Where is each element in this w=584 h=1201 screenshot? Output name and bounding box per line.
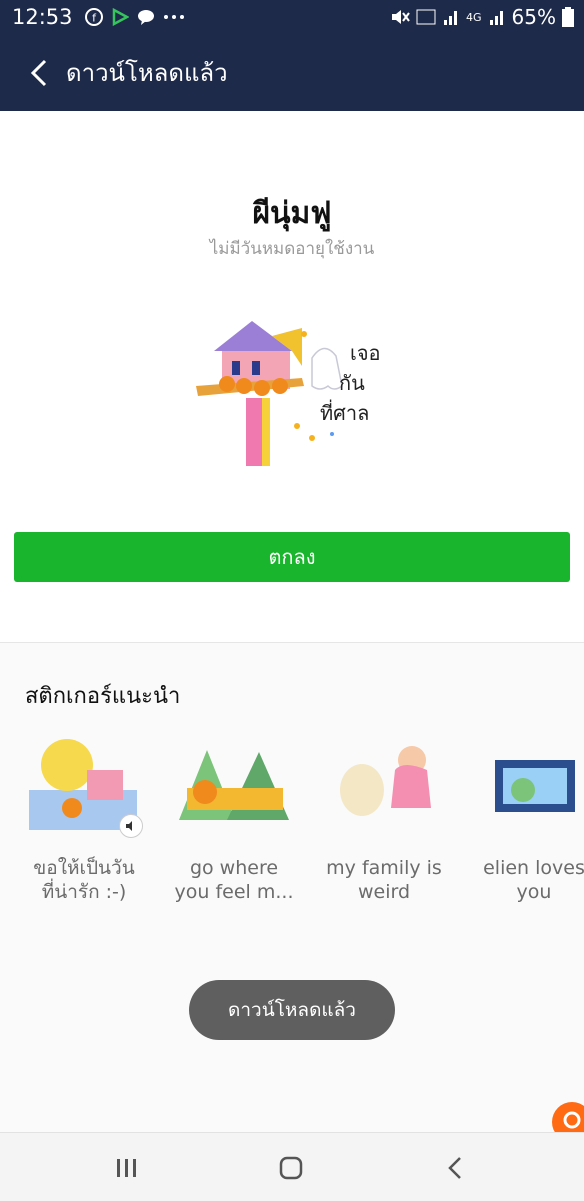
- mute-icon: [392, 10, 410, 24]
- sticker-name: elien loves you: [483, 857, 584, 903]
- hero-text-3: ที่ศาล: [320, 399, 369, 425]
- sticker-title: ผีนุ่มฟู: [252, 196, 332, 231]
- signal-icon: [444, 11, 458, 25]
- status-time: 12:53: [12, 5, 73, 29]
- sticker-thumbnail: [27, 730, 143, 840]
- recommended-title: สติกเกอร์แนะนำ: [25, 684, 181, 709]
- system-nav-bar: [0, 1132, 584, 1201]
- hero-text-2: กัน: [339, 371, 365, 395]
- page-title: ดาวน์โหลดแล้ว: [66, 59, 228, 87]
- sticker-name: go where you feel m...: [174, 857, 294, 903]
- sticker-name: my family is weird: [326, 857, 442, 903]
- recommended-item[interactable]: my family is weird: [314, 730, 454, 904]
- sticker-validity: ไม่มีวันหมดอายุใช้งาน: [209, 239, 375, 259]
- play-icon: [112, 8, 129, 26]
- signal-icon-2: [489, 11, 503, 25]
- recent-apps-icon: [117, 1159, 136, 1177]
- volte-icon: [416, 9, 436, 25]
- sticker-thumbnail: [177, 730, 291, 840]
- status-bar: 12:53 f 4G 65%: [0, 0, 584, 34]
- sticker-preview-image: เจอ กัน ที่ศาล: [192, 316, 392, 470]
- nav-back-button[interactable]: [435, 1151, 475, 1185]
- more-notifications-icon: [163, 15, 184, 19]
- svg-text:f: f: [92, 12, 97, 25]
- recommended-item[interactable]: ขอให้เป็นวัน ที่น่ารัก :-): [14, 730, 154, 904]
- sticker-thumbnail: [327, 730, 441, 840]
- download-toast: ดาวน์โหลดแล้ว: [189, 980, 395, 1040]
- sticker-thumbnail: [477, 730, 584, 840]
- battery-icon: [562, 7, 574, 27]
- ok-button[interactable]: ตกลง: [14, 532, 570, 582]
- chevron-left-icon: [30, 59, 47, 86]
- network-type: 4G: [466, 10, 482, 24]
- back-button[interactable]: [24, 58, 54, 88]
- sticker-name: ขอให้เป็นวัน ที่น่ารัก :-): [33, 857, 135, 903]
- home-button[interactable]: [271, 1151, 311, 1185]
- recent-apps-button[interactable]: [107, 1151, 147, 1185]
- battery-percent: 65%: [511, 5, 556, 29]
- hero-text-1: เจอ: [350, 341, 381, 365]
- home-icon: [279, 1156, 303, 1180]
- app-bar: ดาวน์โหลดแล้ว: [0, 34, 584, 111]
- sound-icon: [119, 814, 143, 838]
- chat-icon: [137, 10, 154, 25]
- back-icon: [448, 1157, 461, 1179]
- recommended-item[interactable]: go where you feel m...: [164, 730, 304, 904]
- sticker-illustration: เจอ กัน ที่ศาล: [196, 321, 381, 466]
- facebook-icon: f: [84, 8, 103, 26]
- recommended-item[interactable]: elien loves you: [464, 730, 584, 904]
